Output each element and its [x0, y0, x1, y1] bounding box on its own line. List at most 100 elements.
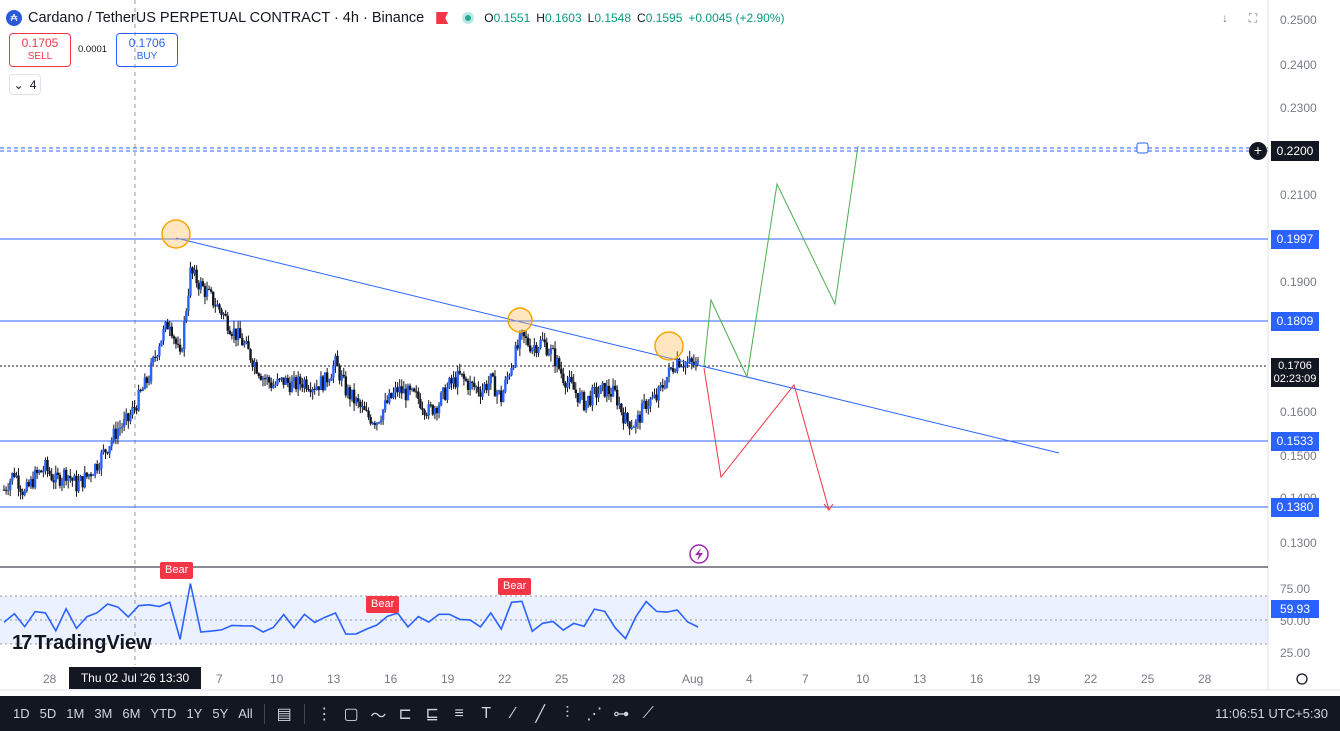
path-tool-icon[interactable]: 〜: [367, 703, 389, 725]
flag-icon[interactable]: [436, 12, 449, 24]
bear-divergence-tag: Bear: [366, 596, 400, 613]
candle-body: [15, 475, 18, 477]
candle-body: [630, 427, 633, 429]
timeframe-1d-button[interactable]: 1D: [8, 706, 35, 721]
candle-body: [682, 366, 685, 368]
tradingview-logo: 17 TradingView: [12, 632, 152, 654]
drag-handle-icon[interactable]: ⋮: [313, 703, 335, 725]
rectangle-tool-icon[interactable]: ▢: [340, 703, 362, 725]
candle-body: [96, 464, 99, 471]
candle-body: [526, 337, 530, 346]
candle-body: [354, 398, 358, 404]
settings-gear-icon: [1296, 673, 1308, 685]
candle-body: [58, 474, 62, 486]
candle-body: [516, 345, 519, 349]
trendline-icon[interactable]: ╱: [529, 703, 551, 725]
candle-body: [352, 389, 356, 404]
bear-divergence-tag: Bear: [160, 562, 194, 579]
candle-body: [613, 385, 617, 390]
candle-body: [514, 345, 517, 367]
candle-body: [2, 489, 6, 491]
timeframe-all-button[interactable]: All: [233, 706, 257, 721]
candle-body: [323, 372, 327, 391]
brush-icon[interactable]: ⁄: [502, 703, 524, 725]
candle-body: [321, 376, 325, 391]
candle-body: [110, 440, 113, 447]
candle-body: [222, 313, 225, 315]
candle-body: [553, 348, 557, 367]
candle-body: [483, 384, 486, 390]
candle-body: [274, 384, 277, 387]
candle-body: [189, 267, 192, 296]
candle-body: [307, 389, 310, 391]
candle-body: [255, 362, 258, 374]
bars-pattern-icon[interactable]: ⫶: [556, 703, 578, 725]
candle-body: [263, 378, 267, 380]
chart-canvas[interactable]: 0.2500 0.2400 0.2300 0.2100 0.1900 0.160…: [0, 0, 1340, 696]
candle-body: [19, 488, 22, 492]
price-label-0-1380: 0.1380: [1271, 498, 1319, 517]
candle-body: [638, 414, 642, 423]
swing-high-marker-1: [161, 219, 191, 249]
clock-timezone[interactable]: 11:06:51 UTC+5:30: [1215, 696, 1328, 731]
price-tick: 0.2500: [1280, 13, 1317, 27]
candle-body: [388, 393, 391, 403]
candle-body: [383, 400, 387, 410]
anchored-vwap-icon[interactable]: ⊶: [610, 703, 632, 725]
rsi-value-label: 59.93: [1271, 600, 1319, 618]
price-tick: 0.2100: [1280, 188, 1317, 202]
text-tool-icon[interactable]: T: [475, 703, 497, 725]
date-range-icon[interactable]: ▤: [273, 703, 295, 725]
timeframe-1m-button[interactable]: 1M: [61, 706, 89, 721]
price-label-0-1809: 0.1809: [1271, 312, 1319, 331]
sell-button[interactable]: 0.1705 SELL: [9, 33, 71, 67]
short-position-icon[interactable]: ⊑: [421, 703, 443, 725]
candle-body: [402, 388, 406, 394]
time-tick: 4: [746, 672, 753, 686]
candle-body: [390, 393, 393, 398]
candle-body: [653, 394, 656, 398]
buy-button[interactable]: 0.1706 BUY: [116, 33, 178, 67]
candle-body: [584, 400, 588, 411]
candle-body: [154, 357, 157, 359]
candle-body: [251, 360, 254, 368]
long-position-icon[interactable]: ⊏: [394, 703, 416, 725]
price-change: +0.0045 (+2.90%): [688, 11, 785, 25]
candle-body: [375, 422, 379, 426]
time-tick: 13: [327, 672, 341, 686]
xabcd-pattern-icon[interactable]: ⋰: [583, 703, 605, 725]
measure-icon[interactable]: ⟋: [637, 703, 659, 725]
arrow-down-icon[interactable]: ↓: [1215, 8, 1235, 28]
candle-body: [667, 367, 671, 378]
candle-body: [452, 377, 455, 384]
candle-body: [85, 472, 89, 477]
candle-body: [599, 385, 602, 394]
candle-body: [238, 328, 242, 339]
timeframe-ytd-button[interactable]: YTD: [145, 706, 181, 721]
timeframe-1y-button[interactable]: 1Y: [181, 706, 207, 721]
indicators-toggle-button[interactable]: ⌄ 4: [9, 74, 41, 95]
candle-body: [622, 412, 625, 424]
candle-body: [406, 385, 410, 401]
timeframe-5d-button[interactable]: 5D: [35, 706, 62, 721]
fib-retracement-icon[interactable]: ≡: [448, 703, 470, 725]
candle-body: [392, 392, 395, 398]
candle-body: [23, 490, 26, 496]
symbol-title[interactable]: Cardano / TetherUS PERPETUAL CONTRACT · …: [28, 10, 424, 26]
fullscreen-icon[interactable]: ⛶: [1243, 8, 1263, 28]
candle-body: [460, 373, 464, 375]
timeframe-3m-button[interactable]: 3M: [89, 706, 117, 721]
candle-body: [156, 356, 159, 358]
candle-body: [431, 405, 435, 415]
timeframe-5y-button[interactable]: 5Y: [207, 706, 233, 721]
add-level-icon[interactable]: +: [1249, 142, 1267, 160]
candle-body: [454, 377, 457, 388]
candle-body: [547, 353, 551, 356]
candle-body: [104, 449, 107, 453]
candle-body: [170, 326, 174, 337]
candle-body: [570, 376, 573, 382]
candle-body: [518, 334, 522, 349]
candle-body: [203, 286, 207, 297]
candle-body: [572, 381, 575, 390]
timeframe-6m-button[interactable]: 6M: [117, 706, 145, 721]
